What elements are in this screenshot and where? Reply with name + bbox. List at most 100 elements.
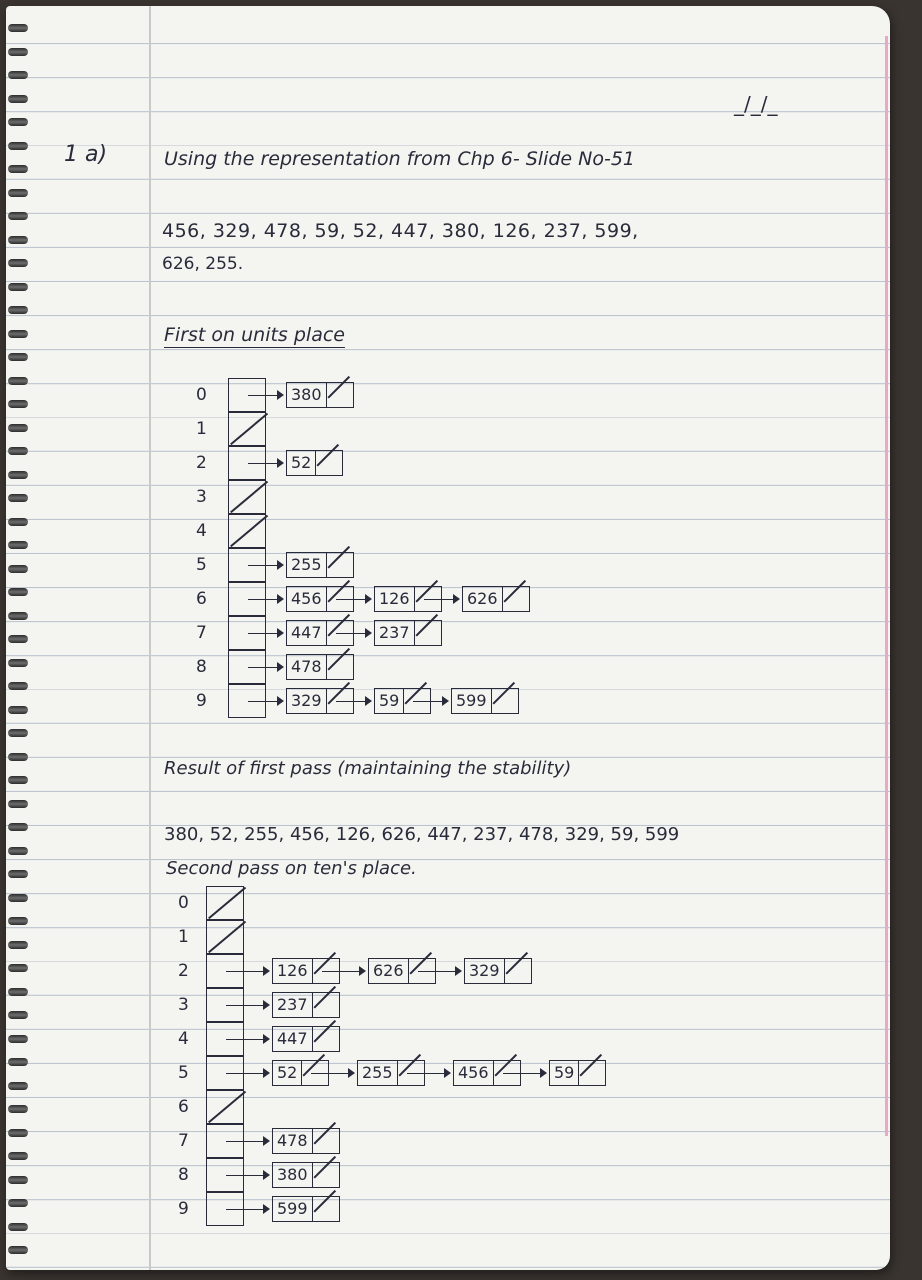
node-value: 59: [554, 1063, 575, 1082]
spiral-ring: [8, 682, 28, 690]
bucket-cell: [206, 886, 244, 920]
spiral-ring: [8, 1011, 28, 1019]
pointer-arrow: [248, 458, 284, 468]
spiral-ring: [8, 917, 28, 925]
second-pass-heading: Second pass on ten's place.: [166, 858, 417, 879]
node-value: 255: [362, 1063, 393, 1082]
bucket-index: 2: [196, 453, 207, 473]
spiral-binding: [6, 6, 32, 1270]
node-value: 126: [379, 589, 410, 608]
node-next-pointer: [311, 1163, 335, 1187]
spiral-ring: [8, 423, 28, 432]
spiral-ring: [8, 1058, 28, 1066]
bucket-index: 1: [196, 419, 207, 439]
node-value: 380: [277, 1165, 308, 1184]
bucket-index: 7: [178, 1131, 189, 1151]
spiral-ring: [8, 964, 28, 972]
pointer-arrow: [226, 1000, 270, 1010]
spiral-ring: [8, 24, 28, 32]
bucket-cell: [206, 1090, 244, 1124]
list-node: 478: [272, 1128, 340, 1154]
spiral-ring: [8, 94, 28, 103]
pointer-arrow: [226, 1034, 270, 1044]
spiral-ring: [8, 1199, 28, 1207]
spiral-ring: [8, 870, 28, 878]
bucket-index: 8: [196, 657, 207, 677]
list-node: 52: [286, 450, 344, 476]
spiral-ring: [8, 611, 28, 620]
spiral-ring: [8, 1246, 28, 1254]
spiral-ring: [8, 940, 28, 949]
list-node: 380: [272, 1162, 340, 1188]
spiral-ring: [8, 282, 28, 291]
bucket-index: 9: [196, 691, 207, 711]
pointer-arrow: [336, 696, 372, 706]
spiral-ring: [8, 376, 28, 385]
spiral-ring: [8, 1081, 28, 1090]
spiral-ring: [8, 893, 28, 902]
page-edge: [885, 36, 888, 1136]
input-numbers-line1: 456, 329, 478, 59, 52, 447, 380, 126, 23…: [162, 220, 639, 242]
list-node: 599: [272, 1196, 340, 1222]
node-value: 126: [277, 961, 308, 980]
spiral-ring: [8, 329, 28, 338]
pointer-arrow: [226, 1136, 270, 1146]
input-numbers-line2: 626, 255.: [162, 254, 244, 274]
spiral-ring: [8, 212, 28, 220]
pointer-arrow: [311, 1068, 355, 1078]
spiral-ring: [8, 47, 28, 56]
list-node: 255: [286, 552, 354, 578]
spiral-ring: [8, 1128, 28, 1137]
spiral-ring: [8, 118, 28, 126]
spiral-ring: [8, 752, 28, 761]
spiral-ring: [8, 400, 28, 408]
spiral-ring: [8, 987, 28, 996]
pointer-arrow: [226, 1068, 270, 1078]
list-node: 380: [286, 382, 354, 408]
node-next-pointer: [311, 1129, 335, 1153]
pointer-arrow: [226, 1170, 270, 1180]
bucket-index: 2: [178, 961, 189, 981]
spiral-ring: [8, 1105, 28, 1113]
question-text: Using the representation from Chp 6- Sli…: [164, 148, 636, 170]
pointer-arrow: [248, 662, 284, 672]
node-next-pointer: [325, 655, 349, 679]
date-blank: _/_/_: [734, 92, 778, 116]
spiral-ring: [8, 494, 28, 502]
node-value: 52: [277, 1063, 298, 1082]
pointer-arrow: [248, 594, 284, 604]
spiral-ring: [8, 1175, 28, 1184]
list-node: 237: [374, 620, 442, 646]
bucket-index: 5: [196, 555, 207, 575]
spiral-ring: [8, 470, 28, 479]
bucket-index: 5: [178, 1063, 189, 1083]
node-next-pointer: [325, 553, 349, 577]
node-value: 456: [458, 1063, 489, 1082]
spiral-ring: [8, 1222, 28, 1231]
bucket-index: 3: [196, 487, 207, 507]
node-next-pointer: [311, 993, 335, 1017]
bucket-index: 4: [178, 1029, 189, 1049]
bucket-index: 6: [196, 589, 207, 609]
bucket-cell: [228, 480, 266, 514]
node-value: 626: [373, 961, 404, 980]
spiral-ring: [8, 447, 28, 455]
spiral-ring: [8, 1034, 28, 1043]
spiral-ring: [8, 165, 28, 173]
spiral-ring: [8, 1152, 28, 1160]
pointer-arrow: [407, 1068, 451, 1078]
ruled-lines: [6, 6, 890, 1270]
node-value: 52: [291, 453, 312, 472]
spiral-ring: [8, 541, 28, 549]
bucket-cell: [228, 412, 266, 446]
spiral-ring: [8, 353, 28, 361]
node-next-pointer: [315, 451, 338, 475]
first-pass-heading: First on units place: [164, 324, 345, 346]
node-next-pointer: [311, 1027, 335, 1051]
pointer-arrow: [424, 594, 460, 604]
node-value: 329: [469, 961, 500, 980]
node-value: 329: [291, 691, 322, 710]
bucket-index: 9: [178, 1199, 189, 1219]
spiral-ring: [8, 846, 28, 855]
pointer-arrow: [226, 966, 270, 976]
